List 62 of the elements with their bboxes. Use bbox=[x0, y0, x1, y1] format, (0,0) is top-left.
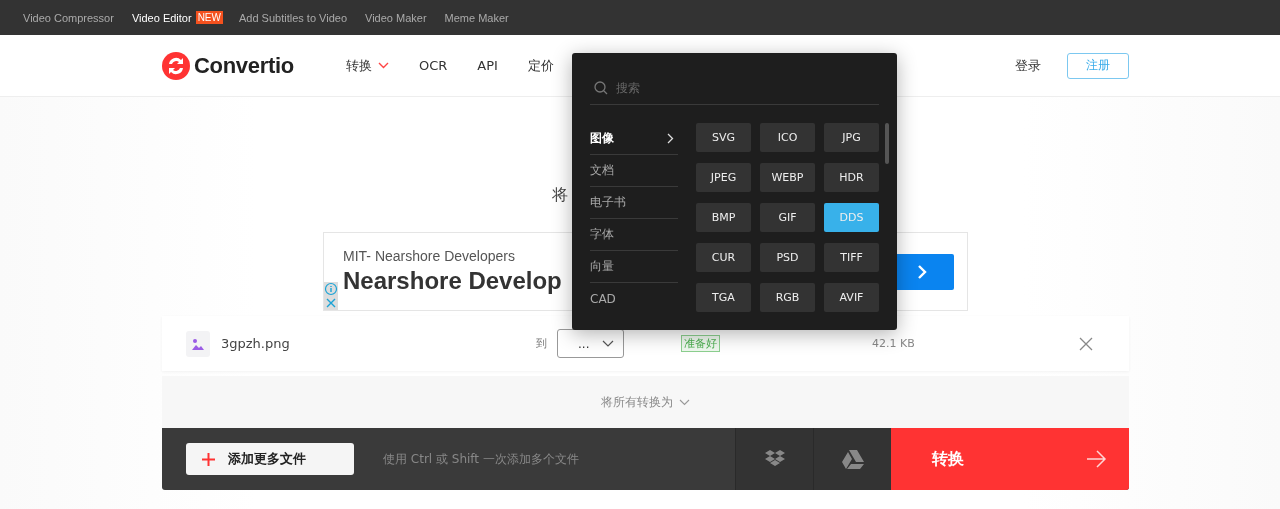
category-item[interactable]: 文档 bbox=[590, 155, 678, 187]
category-item[interactable]: 图像 bbox=[590, 123, 678, 155]
drive-button[interactable] bbox=[813, 428, 891, 490]
plus-icon bbox=[202, 452, 215, 466]
ad-title: Nearshore Develop bbox=[343, 267, 562, 295]
convert-all-link[interactable]: 将所有转换为 bbox=[601, 393, 690, 411]
chevron-icon bbox=[917, 265, 927, 279]
format-option[interactable]: CUR bbox=[696, 243, 751, 272]
caret-icon bbox=[602, 340, 614, 347]
format-option[interactable]: TIFF bbox=[824, 243, 879, 272]
dropbox-icon bbox=[764, 450, 785, 468]
category-item[interactable]: CAD bbox=[590, 283, 678, 314]
nav-link[interactable]: 定价 bbox=[527, 56, 554, 75]
caret-icon bbox=[679, 398, 690, 406]
to-label: 到 bbox=[536, 336, 548, 351]
chevron-icon bbox=[667, 133, 674, 144]
close-icon[interactable] bbox=[324, 296, 338, 310]
nav-link[interactable]: 转换 bbox=[346, 56, 389, 75]
format-option[interactable]: TGA bbox=[696, 283, 751, 312]
format-option[interactable]: JPG bbox=[824, 123, 879, 152]
dropbox-button[interactable] bbox=[735, 428, 813, 490]
category-item[interactable]: 字体 bbox=[590, 219, 678, 251]
close-icon[interactable] bbox=[1078, 336, 1093, 351]
top-link[interactable]: Meme Maker bbox=[444, 11, 509, 24]
format-option[interactable]: PSD bbox=[760, 243, 815, 272]
format-option[interactable]: GIF bbox=[760, 203, 815, 232]
format-option[interactable]: SVG bbox=[696, 123, 751, 152]
info-icon[interactable] bbox=[324, 282, 338, 296]
nav-link[interactable]: OCR bbox=[419, 56, 448, 75]
format-option[interactable]: AVIF bbox=[824, 283, 879, 312]
top-link[interactable]: Add Subtitles to Video bbox=[239, 11, 348, 24]
logo-icon[interactable] bbox=[162, 51, 190, 80]
add-files-button[interactable]: 添加更多文件 bbox=[186, 443, 354, 475]
category-item[interactable]: 向量 bbox=[590, 251, 678, 283]
format-option[interactable]: BMP bbox=[696, 203, 751, 232]
format-option[interactable]: HDR bbox=[824, 163, 879, 192]
scrollbar[interactable] bbox=[885, 123, 889, 164]
category-item[interactable]: 电子书 bbox=[590, 187, 678, 219]
format-option[interactable]: WEBP bbox=[760, 163, 815, 192]
top-link[interactable]: Video Editor bbox=[131, 11, 192, 24]
format-option[interactable]: JPEG bbox=[696, 163, 751, 192]
status-badge: 准备好 bbox=[681, 335, 720, 352]
format-option[interactable]: RGB bbox=[760, 283, 815, 312]
convert-button[interactable]: 转换 bbox=[891, 428, 1129, 490]
format-select[interactable]: ... bbox=[557, 329, 624, 358]
search-icon bbox=[594, 80, 608, 95]
search-field[interactable]: 搜索 bbox=[614, 79, 818, 96]
logo-text[interactable]: Convertio bbox=[194, 52, 294, 79]
image-file-icon bbox=[186, 330, 210, 357]
file-name: 3gpzh.png bbox=[221, 336, 291, 351]
new-badge: NEW bbox=[195, 11, 223, 24]
drive-icon bbox=[841, 449, 864, 469]
arrow-right-icon bbox=[1087, 450, 1107, 468]
top-link[interactable]: Video Maker bbox=[365, 11, 427, 24]
nav-link[interactable]: API bbox=[477, 56, 498, 75]
hint-text: 使用 Ctrl 或 Shift 一次添加多个文件 bbox=[383, 450, 580, 468]
format-option[interactable]: ICO bbox=[760, 123, 815, 152]
ad-subtitle: MIT- Nearshore Developers bbox=[343, 248, 515, 264]
login-link[interactable]: 登录 bbox=[1015, 56, 1041, 75]
file-size: 42.1 KB bbox=[872, 337, 915, 350]
page-heading: 将 bbox=[552, 185, 568, 205]
top-link[interactable]: Video Compressor bbox=[23, 11, 114, 24]
